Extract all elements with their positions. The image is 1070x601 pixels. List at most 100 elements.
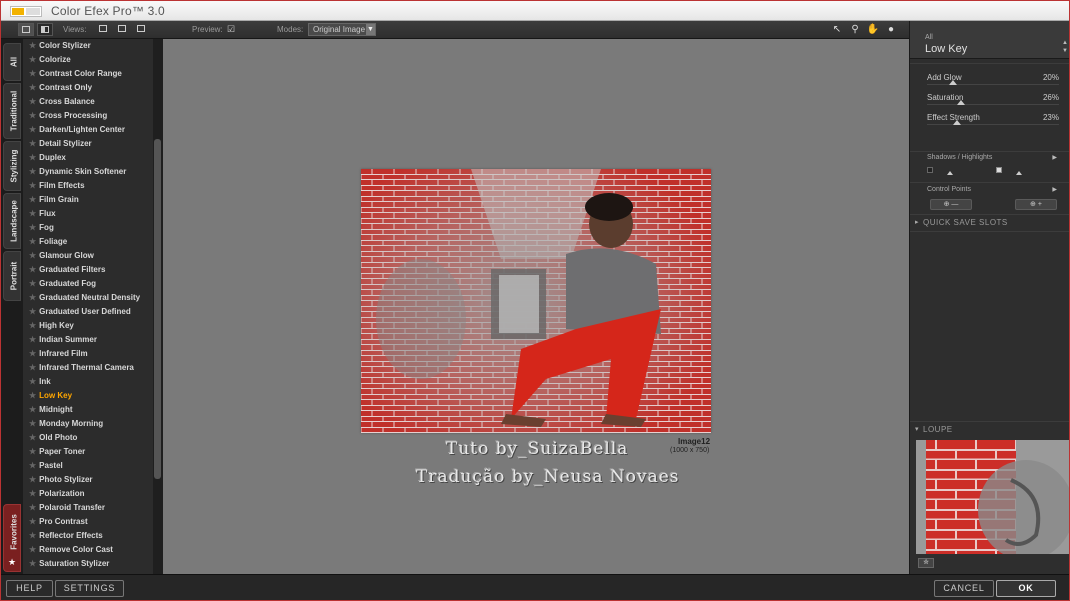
favorite-star-icon[interactable]: ★ — [29, 489, 36, 498]
filter-item[interactable]: ★ Pastel — [23, 459, 153, 473]
favorite-star-icon[interactable]: ★ — [29, 55, 36, 64]
filter-item[interactable]: ★ Duplex — [23, 151, 153, 165]
filter-item[interactable]: ★ Colorize — [23, 53, 153, 67]
filter-item[interactable]: ★ Contrast Color Range — [23, 67, 153, 81]
ok-button[interactable]: OK — [996, 580, 1056, 597]
favorite-star-icon[interactable]: ★ — [29, 447, 36, 456]
slider-track[interactable] — [927, 124, 1059, 125]
filter-nav-arrows-icon[interactable]: ▲ ▼ — [1062, 39, 1068, 55]
favorite-star-icon[interactable]: ★ — [29, 125, 36, 134]
filter-item[interactable]: ★ Paper Toner — [23, 445, 153, 459]
filter-item[interactable]: ★ Graduated Neutral Density — [23, 291, 153, 305]
filter-item[interactable]: ★ Foliage — [23, 235, 153, 249]
slider-row[interactable]: Saturation 26% — [927, 93, 1059, 111]
slider-thumb[interactable] — [953, 120, 962, 125]
shadows-thumb[interactable] — [947, 171, 953, 175]
favorite-star-icon[interactable]: ★ — [29, 167, 36, 176]
slider-track[interactable] — [927, 104, 1059, 105]
filter-item[interactable]: ★ Indian Summer — [23, 333, 153, 347]
filter-item[interactable]: ★ Detail Stylizer — [23, 137, 153, 151]
tab-landscape[interactable]: Landscape — [3, 193, 21, 249]
favorite-star-icon[interactable]: ★ — [29, 41, 36, 50]
add-control-point-button[interactable]: ⊕ — — [930, 199, 972, 210]
favorite-star-icon[interactable]: ★ — [29, 391, 36, 400]
filter-item[interactable]: ★ Remove Color Cast — [23, 543, 153, 557]
filter-item[interactable]: ★ Color Stylizer — [23, 39, 153, 53]
filter-item[interactable]: ★ Old Photo — [23, 431, 153, 445]
view-side-by-side-button[interactable] — [134, 23, 150, 36]
filter-item[interactable]: ★ Contrast Only — [23, 81, 153, 95]
preview-checkbox[interactable]: ☑ — [227, 24, 235, 35]
filter-item[interactable]: ★ Dynamic Skin Softener — [23, 165, 153, 179]
favorite-star-icon[interactable]: ★ — [29, 531, 36, 540]
tab-portrait[interactable]: Portrait — [3, 251, 21, 301]
filter-item[interactable]: ★ Monday Morning — [23, 417, 153, 431]
preview-canvas[interactable]: Image12 (1000 x 750) Tuto by_SuizaBella … — [163, 39, 909, 574]
favorite-star-icon[interactable]: ★ — [29, 223, 36, 232]
favorite-star-icon[interactable]: ★ — [29, 363, 36, 372]
settings-button[interactable]: SETTINGS — [55, 580, 124, 597]
tab-traditional[interactable]: Traditional — [3, 83, 21, 139]
filter-item[interactable]: ★ Cross Processing — [23, 109, 153, 123]
scrollbar-thumb[interactable] — [154, 139, 161, 479]
filter-item[interactable]: ★ Polarization — [23, 487, 153, 501]
view-split-vertical-button[interactable] — [115, 23, 131, 36]
tab-all[interactable]: All — [3, 43, 21, 81]
highlights-thumb[interactable] — [1016, 171, 1022, 175]
filter-item[interactable]: ★ Low Key — [23, 389, 153, 403]
favorite-star-icon[interactable]: ★ — [29, 321, 36, 330]
quick-save-slots-header[interactable]: ▸ QUICK SAVE SLOTS — [910, 217, 1069, 229]
view-split-button[interactable] — [37, 23, 53, 36]
favorite-star-icon[interactable]: ★ — [29, 433, 36, 442]
filter-item[interactable]: ★ Cross Balance — [23, 95, 153, 109]
filter-item[interactable]: ★ Photo Stylizer — [23, 473, 153, 487]
filter-item[interactable]: ★ Graduated Filters — [23, 263, 153, 277]
favorite-star-icon[interactable]: ★ — [29, 111, 36, 120]
favorite-star-icon[interactable]: ★ — [29, 97, 36, 106]
view-full-button[interactable] — [96, 23, 112, 36]
favorite-star-icon[interactable]: ★ — [29, 265, 36, 274]
filter-item[interactable]: ★ Film Grain — [23, 193, 153, 207]
bulb-tool-icon[interactable]: ● — [884, 23, 898, 36]
loupe-header[interactable]: ▾ LOUPE — [910, 424, 1069, 436]
slider-row[interactable]: Add Glow 20% — [927, 73, 1059, 91]
favorite-star-icon[interactable]: ★ — [29, 349, 36, 358]
filter-item[interactable]: ★ Film Effects — [23, 179, 153, 193]
tab-favorites[interactable]: Favorites ★ — [3, 504, 21, 572]
filter-item[interactable]: ★ Infrared Film — [23, 347, 153, 361]
favorite-star-icon[interactable]: ★ — [29, 279, 36, 288]
modes-select[interactable]: Original Image ▼ — [308, 23, 376, 36]
filter-item[interactable]: ★ Graduated Fog — [23, 277, 153, 291]
favorite-star-icon[interactable]: ★ — [29, 475, 36, 484]
favorite-star-icon[interactable]: ★ — [29, 209, 36, 218]
filter-item[interactable]: ★ Infrared Thermal Camera — [23, 361, 153, 375]
favorite-star-icon[interactable]: ★ — [29, 377, 36, 386]
cancel-button[interactable]: CANCEL — [934, 580, 994, 597]
favorite-star-icon[interactable]: ★ — [29, 503, 36, 512]
filter-item[interactable]: ★ Polaroid Transfer — [23, 501, 153, 515]
expand-arrow-icon[interactable]: ▶ — [1052, 186, 1057, 193]
favorite-star-icon[interactable]: ★ — [29, 237, 36, 246]
filter-item[interactable]: ★ Flux — [23, 207, 153, 221]
filter-item[interactable]: ★ Reflector Effects — [23, 529, 153, 543]
favorite-star-icon[interactable]: ★ — [29, 405, 36, 414]
filter-item[interactable]: ★ Midnight — [23, 403, 153, 417]
filter-item[interactable]: ★ Ink — [23, 375, 153, 389]
favorite-star-icon[interactable]: ★ — [29, 69, 36, 78]
favorite-star-icon[interactable]: ★ — [29, 195, 36, 204]
favorite-star-icon[interactable]: ★ — [29, 293, 36, 302]
filter-item[interactable]: ★ Darken/Lighten Center — [23, 123, 153, 137]
favorite-star-icon[interactable]: ★ — [29, 251, 36, 260]
favorite-star-icon[interactable]: ★ — [29, 139, 36, 148]
favorite-star-icon[interactable]: ★ — [29, 307, 36, 316]
filter-list-scrollbar[interactable] — [153, 39, 163, 574]
favorite-star-icon[interactable]: ★ — [29, 545, 36, 554]
view-single-button[interactable] — [18, 23, 34, 36]
filter-item[interactable]: ★ High Key — [23, 319, 153, 333]
tab-stylizing[interactable]: Stylizing — [3, 141, 21, 191]
slider-thumb[interactable] — [949, 80, 958, 85]
remove-control-point-button[interactable]: ⊕ + — [1015, 199, 1057, 210]
highlights-slider[interactable] — [996, 166, 1051, 178]
zoom-tool-icon[interactable]: ⚲ — [848, 23, 862, 36]
favorite-star-icon[interactable]: ★ — [29, 335, 36, 344]
